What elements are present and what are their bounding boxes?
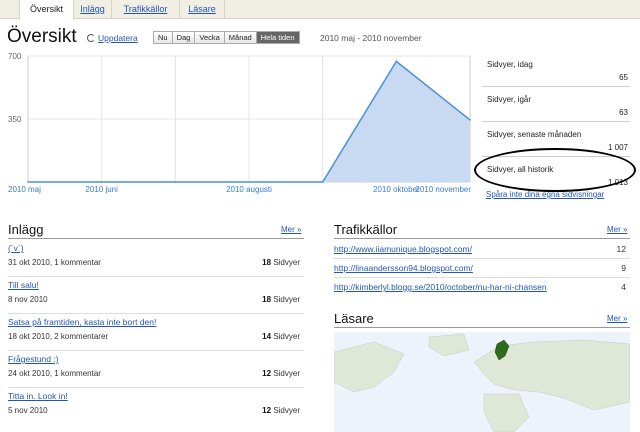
chart-y-tick-label: 700 [8,52,22,61]
source-url-link[interactable]: http://kimberlyl.blogg.se/2010/october/n… [334,282,547,292]
post-views-count: 12 [262,406,272,415]
post-views-count: 18 [262,258,272,267]
source-url-link[interactable]: http://www.iiamunique.blogspot.com/ [334,244,472,254]
chart-x-tick-label: 2010 november [415,185,471,194]
chart-data-point [321,181,324,183]
hand-drawn-ellipse [474,148,636,192]
chart-data-point [395,60,398,63]
range-month-button[interactable]: Månad [224,32,257,43]
chart-x-tick-label: 2010 augusti [226,185,272,194]
source-row: http://linaandersson94.blogspot.com/ 9 [334,259,630,278]
update-link[interactable]: Uppdatera [98,33,138,43]
chart-x-tick-label: 2010 juni [85,185,118,194]
post-title-link[interactable]: Till salu! [8,280,39,290]
chart-y-tick-label: 350 [8,115,22,124]
tab-bar: Översikt Inlägg Trafikkällor Läsare [0,0,640,20]
tab-lasare[interactable]: Läsare [180,0,225,19]
post-meta: 8 nov 2010 [8,295,48,304]
range-selector: Nu Dag Vecka Månad Hela tiden [153,31,300,44]
source-row: http://kimberlyl.blogg.se/2010/october/n… [334,278,630,297]
post-views-count: 18 [262,295,272,304]
post-views-unit: Sidvyer [273,295,300,304]
chart-x-tick-label: 2010 oktober [373,185,420,194]
posts-more-link[interactable]: Mer » [281,225,301,234]
post-views: 12 Sidvyer [262,406,300,415]
readers-world-map [334,332,630,432]
post-row: Frågestund :) 24 okt 2010, 1 kommentar 1… [8,351,304,388]
post-views: 18 Sidvyer [262,295,300,304]
chart-data-point [27,181,29,183]
range-day-button[interactable]: Dag [172,32,196,43]
tab-trafikkallor[interactable]: Trafikkällor [112,0,180,19]
post-views: 18 Sidvyer [262,258,300,267]
source-row: http://www.iiamunique.blogspot.com/ 12 [334,240,630,259]
world-map-svg [334,333,630,432]
post-row: (´v`) 31 okt 2010, 1 kommentar 18 Sidvye… [8,240,304,277]
post-meta: 31 okt 2010, 1 kommentar [8,258,101,267]
post-title-link[interactable]: Frågestund :) [8,354,59,364]
post-views-count: 14 [262,332,272,341]
map-landmass-africa [483,393,530,432]
chart-x-tick-label: 2010 maj [8,185,41,194]
post-views-count: 12 [262,369,272,378]
post-views-unit: Sidvyer [273,332,300,341]
map-landmass-americas [334,341,405,393]
pageviews-chart: 350 700 2010 maj 2010 juni 2010 augusti 2010 … [0,50,472,200]
post-title-link[interactable]: Satsa på framtiden, kasta inte bort den! [8,317,156,327]
post-views: 14 Sidvyer [262,332,300,341]
page-title: Översikt [7,26,77,47]
post-meta: 24 okt 2010, 1 kommentar [8,369,101,378]
post-title-link[interactable]: Titta in. Look in! [8,391,68,401]
stat-label: Sidvyer, idag [487,60,533,69]
stat-yesterday: Sidvyer, igår 63 [482,87,630,122]
source-count: 9 [621,263,626,273]
post-views: 12 Sidvyer [262,369,300,378]
source-count: 4 [621,282,626,292]
sources-section-title: Trafikkällor [334,222,398,237]
readers-section-title: Läsare [334,311,374,326]
post-views-unit: Sidvyer [273,369,300,378]
chart-svg: 350 700 2010 maj 2010 juni 2010 augusti 2010 … [8,52,471,194]
stat-label: Sidvyer, igår [487,95,532,104]
post-meta: 5 nov 2010 [8,406,48,415]
tab-inlagg[interactable]: Inlägg [74,0,112,19]
post-views-unit: Sidvyer [273,258,300,267]
post-row: Titta in. Look in! 5 nov 2010 12 Sidvyer [8,388,304,425]
map-landmass-greenland [428,333,470,357]
divider [334,327,630,328]
post-views-unit: Sidvyer [273,406,300,415]
source-count: 12 [616,244,626,254]
divider [334,238,630,239]
sources-more-link[interactable]: Mer » [607,225,627,234]
chart-data-point [248,181,250,183]
chart-data-point [469,119,471,121]
posts-section-title: Inlägg [8,222,44,237]
tab-oversikt[interactable]: Översikt [19,0,74,20]
post-row: Satsa på framtiden, kasta inte bort den!… [8,314,304,351]
post-row: Till salu! 8 nov 2010 18 Sidvyer [8,277,304,314]
post-title-link[interactable]: (´v`) [8,243,24,253]
chart-data-point [100,181,103,183]
date-range: 2010 maj - 2010 november [320,33,422,43]
stat-today: Sidvyer, idag 65 [482,52,630,87]
range-alltime-button[interactable]: Hela tiden [256,32,299,43]
source-url-link[interactable]: http://linaandersson94.blogspot.com/ [334,263,473,273]
stat-value: 63 [619,108,628,117]
chart-data-point [174,181,177,183]
divider [8,238,304,239]
stat-value: 1 007 [607,143,628,152]
readers-more-link[interactable]: Mer » [607,314,627,323]
refresh-icon[interactable] [87,34,95,42]
post-meta: 18 okt 2010, 2 kommentarer [8,332,109,341]
stat-label: Sidvyer, senaste månaden [487,130,582,139]
range-week-button[interactable]: Vecka [195,32,225,43]
range-now-button[interactable]: Nu [154,32,173,43]
stat-value: 65 [619,73,628,82]
